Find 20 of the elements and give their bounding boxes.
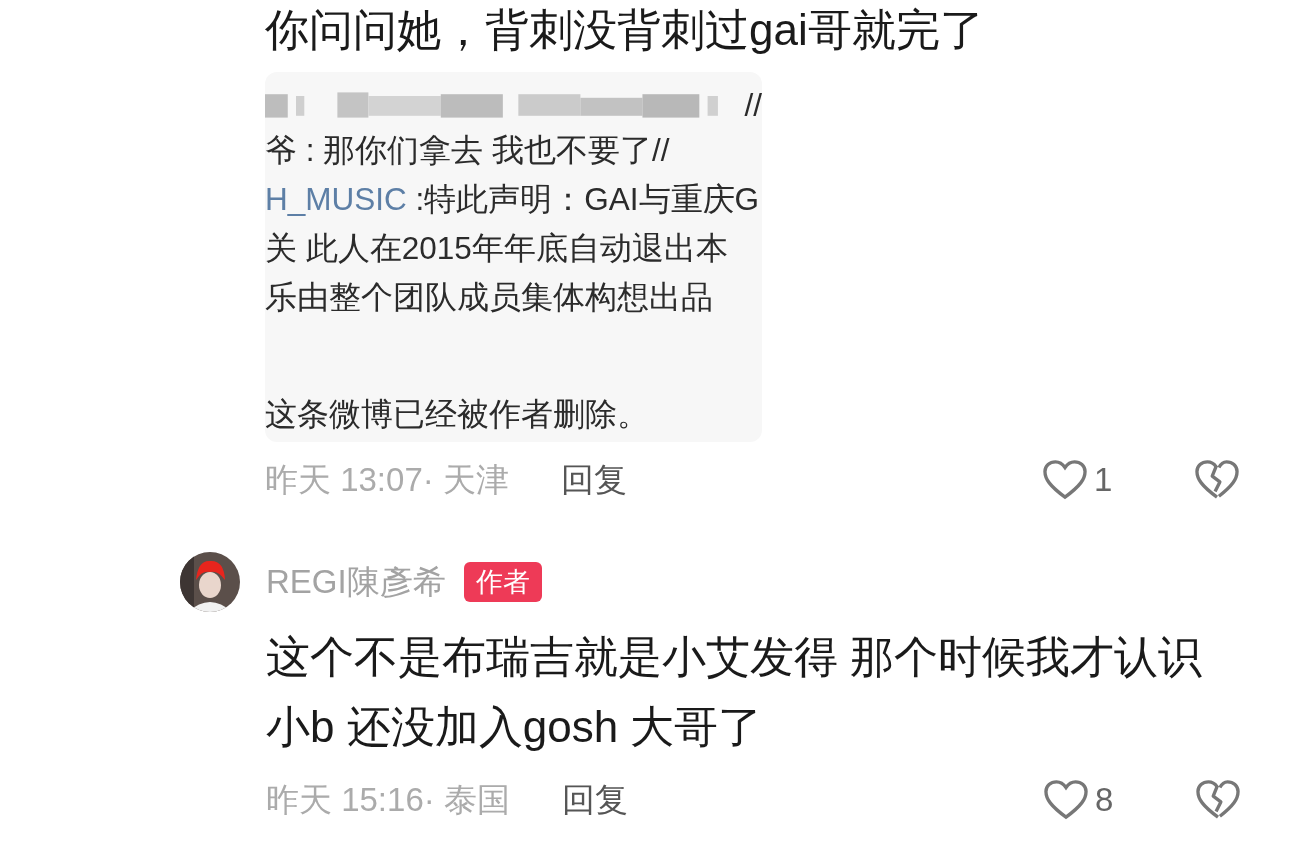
- broken-heart-icon[interactable]: [1195, 779, 1241, 821]
- deleted-notice: 这条微博已经被作者删除。: [265, 395, 650, 434]
- comment-text: 你问问她，背刺没背刺过gai哥就完了: [265, 4, 985, 56]
- heart-icon[interactable]: [1042, 459, 1088, 501]
- like-count: 8: [1095, 781, 1115, 819]
- embedded-screenshot[interactable]: // 爷 : 那你们拿去 我也不要了// H_MUSIC :特此声明：GAI与重庆G 关 此人在2015年年底自动退出本 乐由整个团队成员集体构想出品 这条微博已经被作者删除。: [265, 72, 762, 442]
- time-location: 昨天 13:07· 天津: [265, 459, 509, 500]
- reply-link[interactable]: 回复: [560, 457, 627, 503]
- like-count: 1: [1094, 461, 1114, 499]
- time-location: 昨天 15:16· 泰国: [266, 779, 510, 820]
- comment-text: 这个不是布瑞吉就是小艾发得 那个时候我才认识小b 还没加入gosh 大哥了: [266, 631, 1204, 753]
- screenshot-text: H_MUSIC :特此声明：GAI与重庆G: [265, 180, 761, 219]
- heart-icon[interactable]: [1043, 779, 1089, 821]
- screenshot-text: 关 此人在2015年年底自动退出本: [265, 229, 729, 268]
- screenshot-text: 爷 : 那你们拿去 我也不要了//: [265, 131, 671, 170]
- broken-heart-icon[interactable]: [1194, 459, 1240, 501]
- reply-link[interactable]: 回复: [561, 777, 628, 823]
- author-tag: 作者: [463, 562, 542, 602]
- screenshot-text: 乐由整个团队成员集体构想出品: [265, 278, 714, 317]
- screenshot-text: //: [744, 85, 762, 125]
